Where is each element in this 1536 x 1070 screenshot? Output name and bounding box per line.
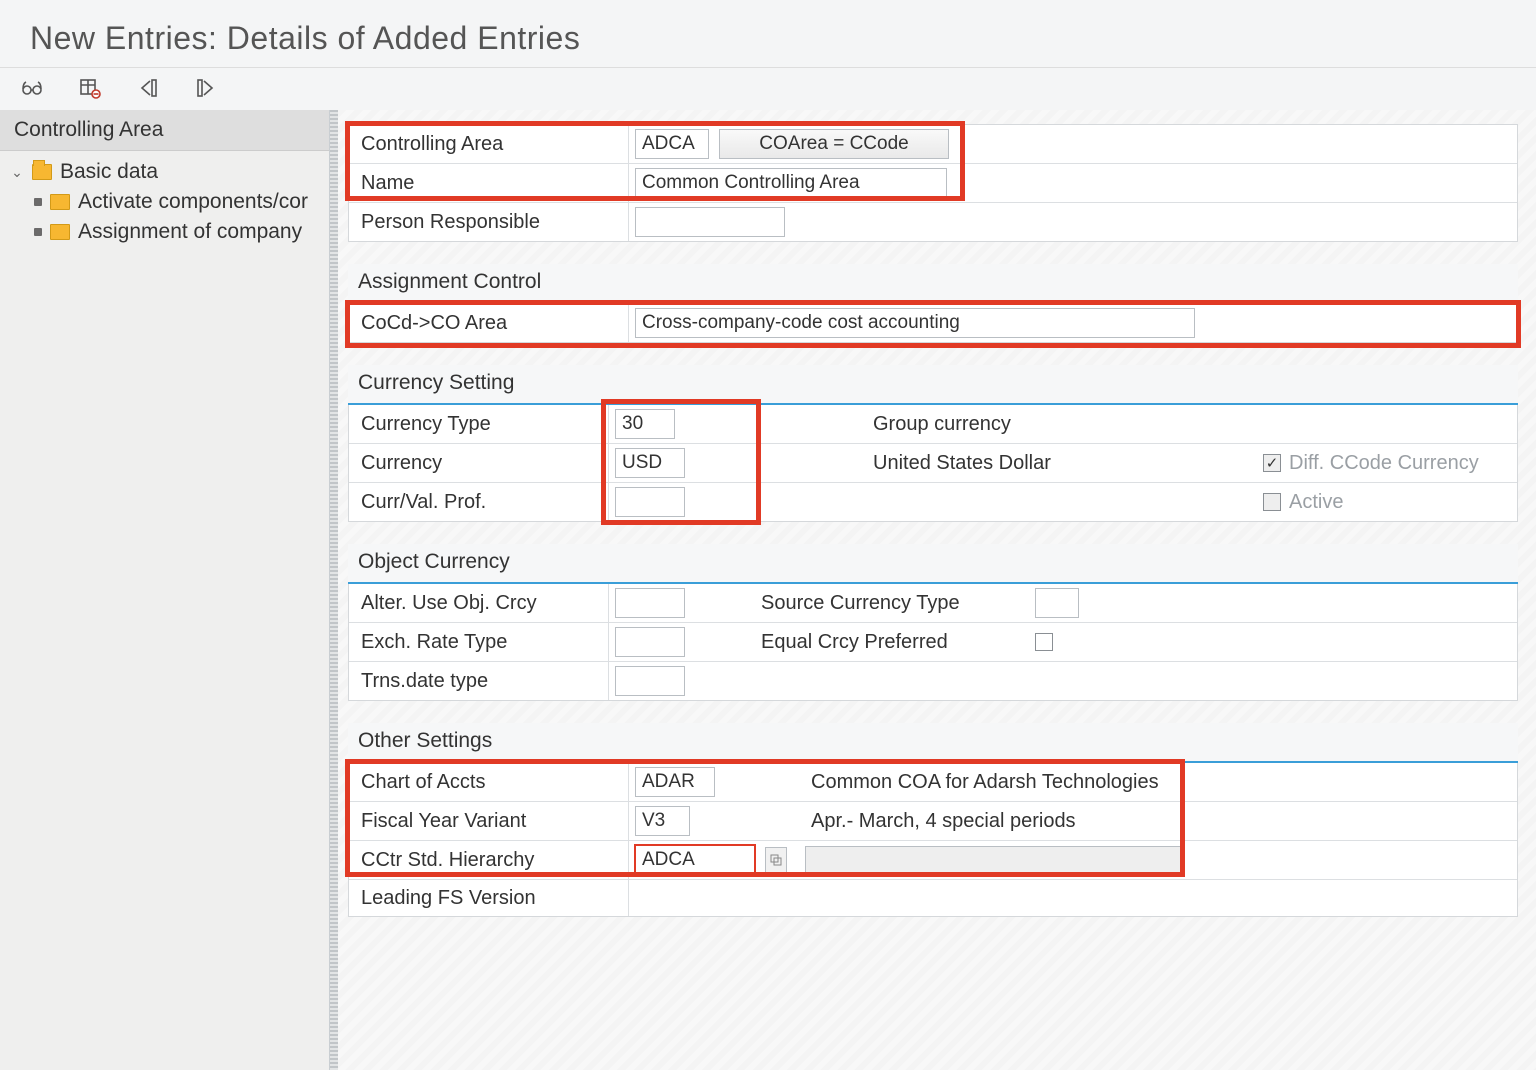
currency-desc: United States Dollar (867, 452, 1057, 475)
currency-type-desc: Group currency (867, 413, 1017, 436)
field-label-cocd-coarea: CoCd->CO Area (349, 304, 629, 342)
group-assignment-control: Assignment Control CoCd->CO Area (348, 264, 1518, 343)
exch-rate-type-input[interactable] (615, 627, 685, 657)
cocd-coarea-input[interactable] (635, 308, 1195, 338)
diff-ccode-label: Diff. CCode Currency (1289, 452, 1479, 475)
tree-node-basic-data[interactable]: ⌄ Basic data (10, 157, 319, 187)
page-title: New Entries: Details of Added Entries (0, 0, 1536, 68)
tree-label: Assignment of company (78, 220, 302, 244)
curr-val-prof-input[interactable] (615, 487, 685, 517)
coarea-ccode-button[interactable]: COArea = CCode (719, 129, 949, 159)
table-cancel-icon[interactable] (76, 74, 104, 102)
bullet-icon (34, 198, 42, 206)
tree-node-activate-components[interactable]: Activate components/cor (10, 187, 319, 217)
field-label-controlling-area: Controlling Area (349, 125, 629, 163)
fiscal-year-variant-input[interactable] (635, 806, 690, 836)
splitter-handle[interactable] (330, 110, 338, 1070)
main-content: Controlling Area COArea = CCode Name Per… (338, 110, 1536, 1070)
trns-date-type-input[interactable] (615, 666, 685, 696)
field-label-equal-crcy-preferred: Equal Crcy Preferred (749, 623, 1029, 661)
group-title: Object Currency (348, 544, 1518, 584)
chart-of-accts-input[interactable] (635, 767, 715, 797)
folder-icon (50, 224, 70, 240)
cctr-std-hierarchy-input[interactable] (635, 845, 755, 875)
glasses-icon[interactable] (18, 74, 46, 102)
field-label-exch-rate-type: Exch. Rate Type (349, 623, 609, 661)
field-label-chart-of-accts: Chart of Accts (349, 763, 629, 801)
group-other-settings: Other Settings Chart of Accts Common COA… (348, 723, 1518, 917)
field-label-currency-type: Currency Type (349, 405, 609, 443)
bullet-icon (34, 228, 42, 236)
group-title: Assignment Control (348, 264, 1518, 304)
toolbar (0, 68, 1536, 112)
folder-icon (50, 194, 70, 210)
sidebar-heading: Controlling Area (0, 110, 329, 151)
alter-obj-crcy-input[interactable] (615, 588, 685, 618)
field-label-currency: Currency (349, 444, 609, 482)
tree-label: Basic data (60, 160, 158, 184)
field-label-source-currency-type: Source Currency Type (749, 584, 1029, 622)
active-checkbox (1263, 493, 1281, 511)
source-currency-type-input[interactable] (1035, 588, 1079, 618)
group-object-currency: Object Currency Alter. Use Obj. Crcy Sou… (348, 544, 1518, 701)
chevron-down-icon[interactable]: ⌄ (10, 164, 24, 181)
tree-label: Activate components/cor (78, 190, 308, 214)
field-label-curr-val-prof: Curr/Val. Prof. (349, 483, 609, 521)
cctr-hierarchy-desc (805, 846, 1185, 874)
currency-input[interactable] (615, 448, 685, 478)
tree-node-assignment-of-company[interactable]: Assignment of company (10, 217, 319, 247)
currency-type-input[interactable] (615, 409, 675, 439)
equal-crcy-checkbox[interactable] (1035, 633, 1053, 651)
field-label-name: Name (349, 164, 629, 202)
controlling-area-input[interactable] (635, 129, 709, 159)
group-title: Currency Setting (348, 365, 1518, 405)
person-responsible-input[interactable] (635, 207, 785, 237)
prev-entry-icon[interactable] (134, 74, 162, 102)
folder-open-icon (32, 164, 52, 180)
value-help-icon[interactable] (765, 847, 787, 873)
diff-ccode-checkbox (1263, 454, 1281, 472)
group-currency-setting: Currency Setting Currency Type Group cur… (348, 365, 1518, 522)
tree: ⌄ Basic data Activate components/cor Ass… (0, 151, 329, 253)
fiscal-year-variant-desc: Apr.- March, 4 special periods (805, 810, 1082, 833)
field-label-leading-fs-version: Leading FS Version (349, 880, 629, 916)
field-label-trns-date-type: Trns.date type (349, 662, 609, 700)
field-label-person-responsible: Person Responsible (349, 203, 629, 241)
field-label-fiscal-year-variant: Fiscal Year Variant (349, 802, 629, 840)
sidebar: Controlling Area ⌄ Basic data Activate c… (0, 110, 330, 1070)
active-label: Active (1289, 491, 1343, 514)
name-input[interactable] (635, 168, 947, 198)
next-entry-icon[interactable] (192, 74, 220, 102)
chart-of-accts-desc: Common COA for Adarsh Technologies (805, 771, 1165, 794)
header-block: Controlling Area COArea = CCode Name Per… (348, 124, 1518, 242)
field-label-cctr-std-hierarchy: CCtr Std. Hierarchy (349, 841, 629, 879)
group-title: Other Settings (348, 723, 1518, 763)
field-label-alter-obj-crcy: Alter. Use Obj. Crcy (349, 584, 609, 622)
